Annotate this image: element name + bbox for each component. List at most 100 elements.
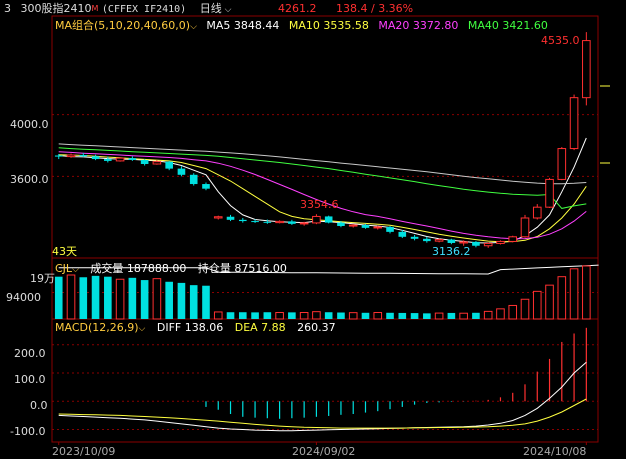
cjl-label: CJL: [55, 262, 73, 275]
main-contract-flag: M: [91, 4, 99, 13]
low-price-label: 3136.2: [432, 245, 471, 258]
macd-tick-200: 200.0: [14, 347, 46, 360]
volume-bar: [91, 275, 100, 319]
price-tick-3600: 3600.0: [10, 173, 49, 186]
macd-hist-value: 260.37: [297, 321, 336, 334]
candle-body: [115, 157, 125, 162]
volume-bar: [472, 312, 480, 319]
macd-diff-value: DIFF 138.06: [156, 321, 224, 334]
candle-body: [361, 225, 370, 228]
macd-label: MACD(12,26,9): [55, 321, 139, 334]
volume-bar: [423, 313, 431, 319]
volume-bar: [312, 311, 321, 320]
volume-bar: [582, 265, 591, 320]
volume-bar: [324, 312, 333, 319]
candle-body: [152, 161, 162, 165]
ma-indicator-bar: MA组合(5,10,20,40,60,0)⌵ MA5 3848.44 MA10 …: [55, 18, 548, 33]
candle-body: [496, 240, 505, 244]
volume-bar: [337, 312, 345, 319]
period-selector[interactable]: 日线 ⌵: [200, 2, 232, 15]
candle-body: [434, 239, 444, 242]
open-interest-value: 持仓量 87516.00: [197, 262, 287, 275]
chevron-down-icon: ⌵: [138, 324, 146, 334]
volume-bar: [238, 312, 247, 319]
volume-bar: [128, 277, 137, 319]
chart-frame: [51, 15, 599, 443]
candle-body: [238, 219, 247, 222]
volume-bar: [545, 284, 554, 320]
volume-bar: [299, 312, 309, 320]
candle-body: [251, 221, 259, 223]
candle-body: [324, 216, 333, 223]
volume-bar: [189, 285, 198, 319]
volume-bar: [373, 312, 383, 320]
volume-value: 成交量 187888.00: [90, 262, 187, 275]
kline-chart[interactable]: [0, 0, 626, 459]
volume-bar: [66, 274, 76, 320]
candle-body: [582, 40, 591, 99]
candle-body: [79, 155, 88, 157]
candle-body: [483, 242, 493, 247]
volume-bar: [520, 298, 530, 320]
high-price-label: 4535.0: [541, 34, 580, 47]
volume-bar: [398, 312, 407, 319]
volume-bar: [202, 285, 210, 319]
volume-tick-top: 19万: [30, 272, 55, 285]
candle-body: [373, 226, 383, 229]
candle-body: [520, 217, 530, 238]
candle-body: [337, 222, 345, 227]
macd-selector[interactable]: MACD(12,26,9)⌵: [55, 321, 145, 334]
volume-bar: [532, 290, 542, 320]
candle-body: [189, 174, 198, 185]
x-tick-end: 2024/10/08: [523, 445, 587, 458]
candle-body: [177, 168, 186, 175]
candle-body: [423, 238, 431, 242]
ma-group-selector[interactable]: MA组合(5,10,20,40,60,0)⌵: [55, 19, 197, 32]
candle-body: [398, 231, 407, 237]
chevron-down-icon: ⌵: [72, 265, 79, 275]
volume-bar: [569, 268, 579, 320]
macd-indicator-bar: MACD(12,26,9)⌵ DIFF 138.06 DEA 7.88 260.…: [55, 320, 336, 335]
volume-tick-mid: 94000: [6, 291, 41, 304]
ma20-line: [58, 151, 587, 240]
candle-body: [459, 241, 468, 244]
cjl-selector[interactable]: CJL⌵: [55, 262, 79, 275]
candle-body: [312, 215, 321, 224]
candle-body: [54, 155, 63, 157]
candle-body: [165, 161, 173, 169]
candle-body: [202, 184, 210, 189]
candle-body: [91, 156, 100, 160]
volume-bar: [165, 281, 173, 319]
candle-body: [447, 239, 456, 243]
candle-body: [532, 206, 542, 219]
volume-bar: [483, 310, 493, 320]
macd-tick-neg100: -100.0: [10, 425, 46, 438]
volume-bar: [348, 312, 358, 320]
candle-body: [557, 148, 567, 180]
candle-body: [299, 222, 309, 225]
period-label: 日线: [199, 2, 222, 15]
candle-body: [508, 236, 518, 242]
chevron-down-icon: ⌵: [190, 22, 197, 32]
x-tick-mid: 2024/09/02: [292, 445, 356, 458]
candle-body: [386, 226, 394, 232]
mid-price-label: 3354.6: [300, 198, 339, 211]
volume-bar: [434, 312, 444, 320]
volume-bar: [79, 277, 88, 319]
candle-body: [275, 220, 284, 224]
volume-bar: [213, 311, 223, 320]
ma20-value: MA20 3372.80: [378, 19, 459, 32]
candle-body: [66, 154, 76, 158]
instrument-name[interactable]: 300股指2410: [21, 2, 92, 15]
candle-body: [410, 236, 419, 239]
ma40-value: MA40 3421.60: [467, 19, 548, 32]
volume-bar: [447, 312, 456, 319]
header-bar: 3 300股指2410M (CFFEX IF2410) 日线 ⌵: [4, 1, 231, 17]
volume-bar: [361, 312, 370, 319]
candle-body: [213, 216, 223, 219]
ma5-value: MA5 3848.44: [206, 19, 280, 32]
candle-body: [128, 158, 137, 160]
candle-body: [545, 178, 554, 208]
ma60-line: [58, 143, 587, 185]
macd-tick-100: 100.0: [14, 373, 46, 386]
